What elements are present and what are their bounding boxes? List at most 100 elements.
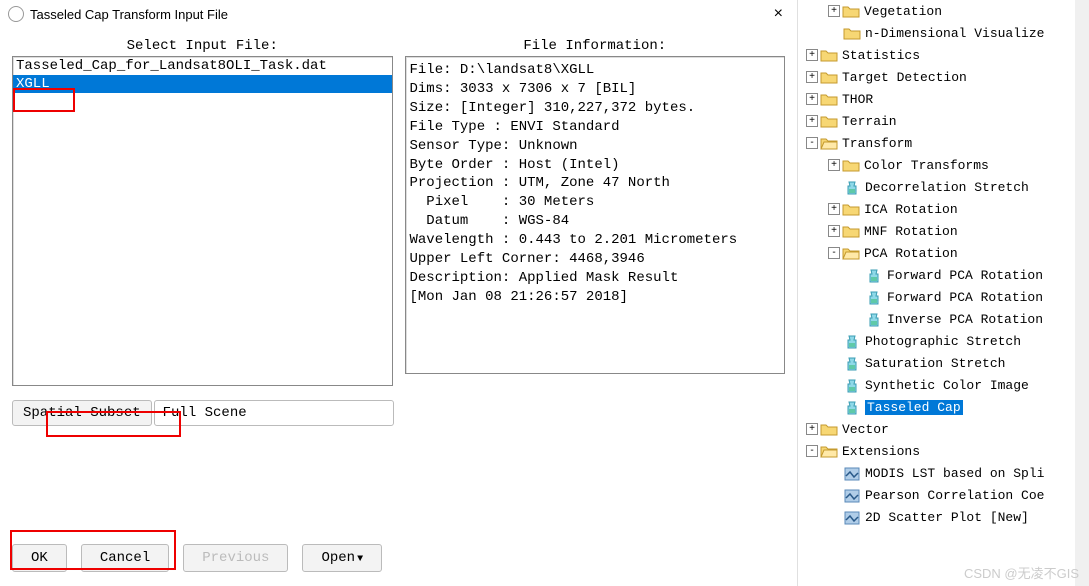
folder-icon: [842, 202, 860, 216]
tree-item[interactable]: n-Dimensional Visualize: [800, 22, 1087, 44]
extension-icon: [843, 510, 861, 524]
collapse-icon[interactable]: -: [806, 445, 818, 457]
tree-item[interactable]: Saturation Stretch: [800, 352, 1087, 374]
tool-icon: [843, 334, 861, 348]
expand-icon[interactable]: +: [828, 159, 840, 171]
extension-icon: [843, 466, 861, 480]
expand-icon[interactable]: +: [806, 49, 818, 61]
tool-icon: [843, 180, 861, 194]
tree-item[interactable]: + THOR: [800, 88, 1087, 110]
tree-item-label: Forward PCA Rotation: [887, 290, 1043, 305]
tree-item[interactable]: - Transform: [800, 132, 1087, 154]
tree-item-label: n-Dimensional Visualize: [865, 26, 1044, 41]
tool-icon: [843, 378, 861, 392]
tree-item-label: Terrain: [842, 114, 897, 129]
open-button[interactable]: Open▼: [302, 544, 382, 572]
tree-item[interactable]: + Terrain: [800, 110, 1087, 132]
tree-item[interactable]: + Vegetation: [800, 0, 1087, 22]
select-input-caption: Select Input File:: [12, 38, 393, 54]
dialog-panel: Tasseled Cap Transform Input File × Sele…: [0, 0, 798, 586]
close-icon[interactable]: ×: [768, 5, 789, 23]
folder-icon: [820, 422, 838, 436]
app-icon: [8, 6, 24, 22]
titlebar: Tasseled Cap Transform Input File ×: [0, 0, 797, 28]
tree-item-label: ICA Rotation: [864, 202, 958, 217]
tree-item[interactable]: + ICA Rotation: [800, 198, 1087, 220]
extension-icon: [843, 488, 861, 502]
tree-item-label: Color Transforms: [864, 158, 989, 173]
file-item[interactable]: Tasseled_Cap_for_Landsat8OLI_Task.dat: [13, 57, 392, 75]
tree-item[interactable]: Photographic Stretch: [800, 330, 1087, 352]
collapse-icon[interactable]: -: [806, 137, 818, 149]
folder-icon: [820, 48, 838, 62]
tree-item-label: PCA Rotation: [864, 246, 958, 261]
folder-icon: [820, 92, 838, 106]
spatial-subset-value[interactable]: [154, 400, 394, 426]
tree-item[interactable]: Tasseled Cap: [800, 396, 1087, 418]
tool-icon: [865, 312, 883, 326]
tree-item-label: 2D Scatter Plot [New]: [865, 510, 1029, 525]
folder-icon: [842, 224, 860, 238]
expand-icon[interactable]: +: [806, 71, 818, 83]
tool-tree[interactable]: + Vegetation n-Dimensional Visualize + Stati…: [798, 0, 1089, 586]
expand-icon[interactable]: +: [828, 203, 840, 215]
tree-item[interactable]: Decorrelation Stretch: [800, 176, 1087, 198]
tool-icon: [843, 400, 861, 414]
collapse-icon[interactable]: -: [828, 247, 840, 259]
expand-icon[interactable]: +: [806, 93, 818, 105]
tree-item[interactable]: Forward PCA Rotation: [800, 264, 1087, 286]
tree-item[interactable]: - Extensions: [800, 440, 1087, 462]
highlight-selected-file: [13, 88, 75, 112]
tree-item[interactable]: MODIS LST based on Spli: [800, 462, 1087, 484]
folder-icon: [842, 4, 860, 18]
tree-item[interactable]: + Statistics: [800, 44, 1087, 66]
tree-item-label: Extensions: [842, 444, 920, 459]
tree-item-label: THOR: [842, 92, 873, 107]
tree-item[interactable]: Pearson Correlation Coe: [800, 484, 1087, 506]
tool-icon: [865, 268, 883, 282]
dialog-title: Tasseled Cap Transform Input File: [30, 7, 768, 22]
previous-button: Previous: [183, 544, 288, 572]
tree-item[interactable]: + MNF Rotation: [800, 220, 1087, 242]
expand-icon[interactable]: +: [806, 423, 818, 435]
folder-icon: [820, 136, 838, 150]
folder-icon: [842, 246, 860, 260]
tree-item-label: Target Detection: [842, 70, 967, 85]
tree-item-label: MODIS LST based on Spli: [865, 466, 1044, 481]
tree-item[interactable]: + Vector: [800, 418, 1087, 440]
tree-item-label: MNF Rotation: [864, 224, 958, 239]
tool-icon: [865, 290, 883, 304]
file-info-caption: File Information:: [405, 38, 786, 54]
folder-icon: [843, 26, 861, 40]
tree-item[interactable]: Synthetic Color Image: [800, 374, 1087, 396]
folder-icon: [842, 158, 860, 172]
tree-item-label: Statistics: [842, 48, 920, 63]
folder-icon: [820, 114, 838, 128]
file-info-box: File: D:\landsat8\XGLL Dims: 3033 x 7306…: [405, 56, 786, 374]
tree-item[interactable]: + Color Transforms: [800, 154, 1087, 176]
highlight-ok-cancel: [10, 530, 176, 570]
tree-item[interactable]: Inverse PCA Rotation: [800, 308, 1087, 330]
tree-item-label: Vector: [842, 422, 889, 437]
expand-icon[interactable]: +: [828, 5, 840, 17]
tree-item[interactable]: - PCA Rotation: [800, 242, 1087, 264]
chevron-down-icon: ▼: [357, 554, 363, 565]
folder-icon: [820, 70, 838, 84]
tree-item-label: Tasseled Cap: [865, 400, 963, 415]
tree-item[interactable]: + Target Detection: [800, 66, 1087, 88]
tree-item-label: Decorrelation Stretch: [865, 180, 1029, 195]
folder-icon: [820, 444, 838, 458]
tool-icon: [843, 356, 861, 370]
tree-item-label: Forward PCA Rotation: [887, 268, 1043, 283]
tree-item-label: Inverse PCA Rotation: [887, 312, 1043, 327]
tree-item[interactable]: 2D Scatter Plot [New]: [800, 506, 1087, 528]
expand-icon[interactable]: +: [806, 115, 818, 127]
tree-item-label: Vegetation: [864, 4, 942, 19]
tree-item[interactable]: Forward PCA Rotation: [800, 286, 1087, 308]
tree-item-label: Transform: [842, 136, 912, 151]
tree-item-label: Pearson Correlation Coe: [865, 488, 1044, 503]
tree-item-label: Synthetic Color Image: [865, 378, 1029, 393]
tree-item-label: Photographic Stretch: [865, 334, 1021, 349]
tree-item-label: Saturation Stretch: [865, 356, 1005, 371]
expand-icon[interactable]: +: [828, 225, 840, 237]
